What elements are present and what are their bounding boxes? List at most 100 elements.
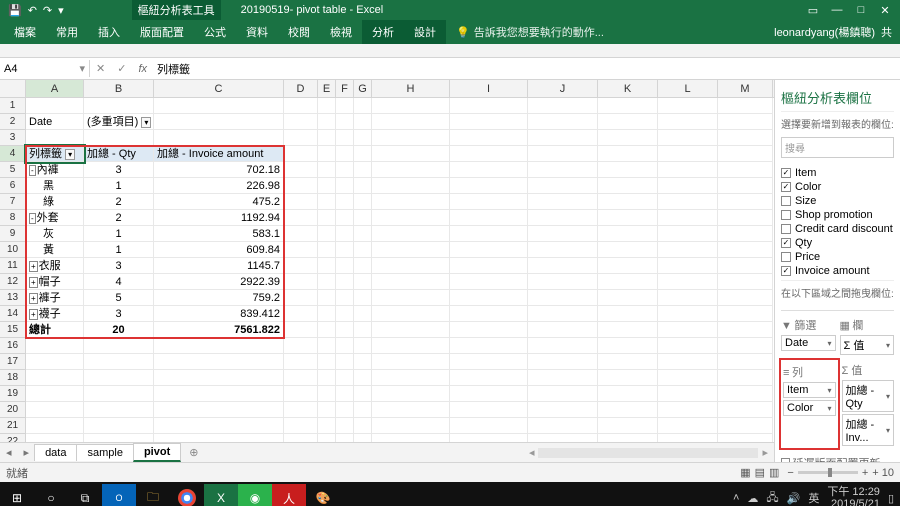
row-header-6[interactable]: 6 (0, 178, 25, 194)
cell[interactable] (154, 114, 284, 130)
cells-area[interactable]: Date(多重項目) ▾列標籤 ▾加總 - Qty加總 - Invoice am… (26, 98, 773, 442)
cell[interactable]: 2 (84, 210, 154, 226)
cell[interactable]: 加總 - Qty (84, 146, 154, 162)
cell[interactable] (658, 162, 718, 178)
cell[interactable] (336, 418, 354, 434)
redo-icon[interactable]: ↷ (43, 4, 52, 17)
cell[interactable] (718, 322, 773, 338)
cell[interactable] (284, 242, 318, 258)
cell[interactable] (284, 274, 318, 290)
excel-icon[interactable]: X (204, 484, 238, 506)
field-size[interactable]: Size (781, 194, 894, 208)
cell[interactable] (450, 258, 528, 274)
cell[interactable] (718, 386, 773, 402)
cell[interactable] (336, 434, 354, 442)
undo-icon[interactable]: ↶ (28, 4, 37, 17)
cell[interactable]: +衣服 (26, 258, 84, 274)
cell[interactable] (658, 306, 718, 322)
cell[interactable] (658, 338, 718, 354)
cell[interactable] (718, 242, 773, 258)
rows-area[interactable]: ≡ 列 Item▾ Color▾ (779, 358, 840, 450)
cell[interactable] (336, 114, 354, 130)
cell[interactable] (598, 370, 658, 386)
cell[interactable] (354, 418, 372, 434)
cell[interactable] (450, 210, 528, 226)
col-header-L[interactable]: L (658, 80, 718, 97)
cell[interactable] (336, 194, 354, 210)
cell[interactable] (658, 322, 718, 338)
cell[interactable] (336, 386, 354, 402)
col-header-E[interactable]: E (318, 80, 336, 97)
cell[interactable] (718, 434, 773, 442)
field-shop-promotion[interactable]: Shop promotion (781, 208, 894, 222)
sheet-tab-sample[interactable]: sample (76, 444, 133, 461)
cell[interactable] (154, 338, 284, 354)
cell[interactable] (26, 370, 84, 386)
cell[interactable] (658, 194, 718, 210)
cell[interactable]: 3 (84, 306, 154, 322)
cell[interactable] (718, 418, 773, 434)
sound-icon[interactable]: 🔊 (787, 492, 801, 505)
cell[interactable] (84, 98, 154, 114)
cell[interactable] (718, 354, 773, 370)
cell[interactable] (336, 306, 354, 322)
cell[interactable]: 黃 (26, 242, 84, 258)
row-header-19[interactable]: 19 (0, 386, 25, 402)
cell[interactable]: 綠 (26, 194, 84, 210)
cortana-icon[interactable]: ○ (34, 484, 68, 506)
cell[interactable] (318, 386, 336, 402)
field-price[interactable]: Price (781, 250, 894, 264)
col-field-values[interactable]: Σ 值▾ (840, 335, 895, 355)
cell[interactable] (528, 322, 598, 338)
cell[interactable] (598, 194, 658, 210)
cell[interactable] (450, 434, 528, 442)
row-header-1[interactable]: 1 (0, 98, 25, 114)
cell[interactable]: 1192.94 (154, 210, 284, 226)
namebox-dropdown-icon[interactable]: ▾ (79, 62, 85, 75)
cell[interactable] (528, 178, 598, 194)
tab-home[interactable]: 常用 (46, 20, 88, 44)
cell[interactable] (318, 370, 336, 386)
cell[interactable] (372, 194, 450, 210)
cell[interactable] (284, 306, 318, 322)
qat-dropdown-icon[interactable]: ▾ (58, 4, 64, 17)
row-header-11[interactable]: 11 (0, 258, 25, 274)
cell[interactable] (318, 242, 336, 258)
taskview-icon[interactable]: ⧉ (68, 484, 102, 506)
cell[interactable] (718, 338, 773, 354)
cell[interactable] (718, 226, 773, 242)
cell[interactable] (598, 290, 658, 306)
cell[interactable] (528, 338, 598, 354)
explorer-icon[interactable]: 🗀 (136, 484, 170, 506)
cell[interactable] (528, 290, 598, 306)
cell[interactable] (598, 354, 658, 370)
field-qty[interactable]: ✓Qty (781, 236, 894, 250)
cell[interactable] (318, 290, 336, 306)
cell[interactable] (658, 290, 718, 306)
cell[interactable] (372, 418, 450, 434)
cell[interactable] (318, 114, 336, 130)
ime-indicator[interactable]: 英 (808, 490, 819, 506)
cell[interactable] (336, 178, 354, 194)
cell[interactable]: 3 (84, 162, 154, 178)
cell[interactable] (154, 418, 284, 434)
cell[interactable] (528, 258, 598, 274)
row-header-13[interactable]: 13 (0, 290, 25, 306)
cell[interactable]: +帽子 (26, 274, 84, 290)
values-area[interactable]: Σ 值 加總 - Qty▾ 加總 - Inv...▾ (842, 360, 895, 448)
cell[interactable] (318, 306, 336, 322)
cell[interactable] (354, 178, 372, 194)
cell[interactable] (284, 146, 318, 162)
cell[interactable] (284, 322, 318, 338)
cell[interactable]: 702.18 (154, 162, 284, 178)
cell[interactable] (26, 418, 84, 434)
cell[interactable] (26, 130, 84, 146)
cell[interactable] (450, 194, 528, 210)
row-header-4[interactable]: 4 (0, 146, 25, 162)
cell[interactable] (598, 274, 658, 290)
cell[interactable] (528, 370, 598, 386)
cell[interactable] (528, 354, 598, 370)
cell[interactable] (658, 242, 718, 258)
cell[interactable] (336, 354, 354, 370)
cell[interactable] (354, 242, 372, 258)
